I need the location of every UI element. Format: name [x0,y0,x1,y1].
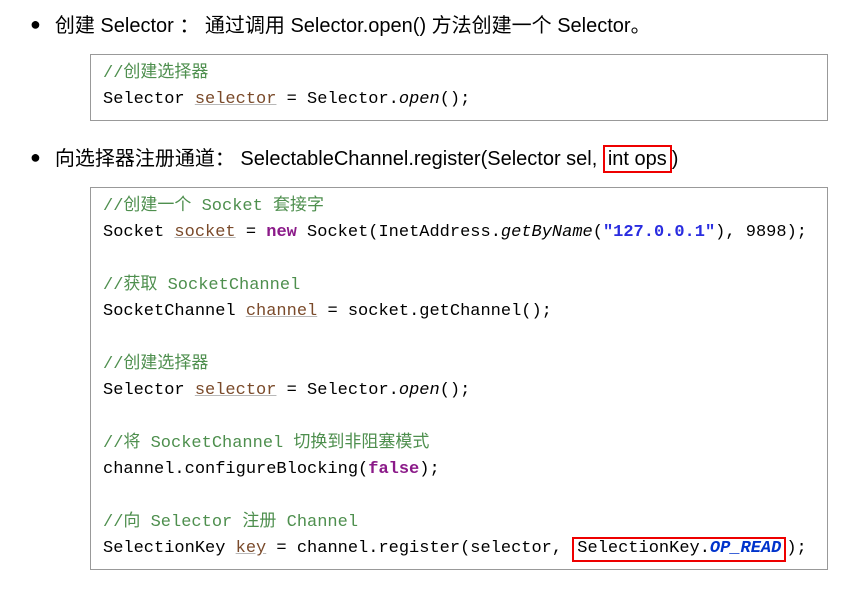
code-token-plain: channel.configureBlocking( [103,460,368,479]
bullet-row: ● 创建 Selector ： 通过调用 Selector.open() 方法创建… [30,10,828,42]
code-token-type: Socket [103,223,174,242]
code-token-var: channel [246,302,317,321]
highlight-box: SelectionKey.OP_READ [572,537,786,561]
code-line [103,325,815,351]
code-line: //创建选择器 [103,61,815,87]
code-line [103,246,815,272]
code-line: Selector selector = Selector.open(); [103,378,815,404]
bullet-text-post: ) [672,148,679,170]
code-token-plain: = Selector. [276,381,398,400]
code-token-plain: = channel.register(selector, [266,539,572,558]
code-token-plain: SelectionKey. [577,539,710,558]
code-block: //创建一个 Socket 套接字 Socket socket = new Soc… [90,187,828,570]
code-line: SocketChannel channel = socket.getChanne… [103,299,815,325]
code-token-comment: //创建一个 Socket 套接字 [103,197,324,216]
bullet-text-pre: 向选择器注册通道： SelectableChannel.register(Sel… [55,148,603,170]
code-token-plain: Socket(InetAddress. [297,223,501,242]
bullet-text-pre: 创建 Selector ： 通过调用 Selector.open() 方法创建一… [55,15,651,37]
code-token-comment: //获取 SocketChannel [103,276,300,295]
code-token-plain: ), 9898); [715,223,807,242]
code-token-comment: //将 SocketChannel 切换到非阻塞模式 [103,434,429,453]
code-token-const: OP_READ [710,539,781,558]
code-token-plain: = Selector. [276,90,398,109]
code-token-keyword: new [266,223,297,242]
code-token-bool: false [368,460,419,479]
code-line: channel.configureBlocking(false); [103,457,815,483]
code-line: //向 Selector 注册 Channel [103,510,815,536]
code-line [103,404,815,430]
code-token-plain: = [236,223,267,242]
code-line: //创建一个 Socket 套接字 [103,194,815,220]
bullet-icon: ● [30,10,41,39]
code-token-var: selector [195,381,277,400]
list-item: ● 向选择器注册通道： SelectableChannel.register(Se… [30,143,828,570]
highlight-box: int ops [603,145,672,173]
code-token-plain: = socket.getChannel(); [317,302,552,321]
code-token-static: open [399,90,440,109]
code-token-plain: (); [440,381,471,400]
code-token-type: SocketChannel [103,302,246,321]
code-token-plain: ( [593,223,603,242]
bullet-icon: ● [30,143,41,172]
code-token-var: key [236,539,267,558]
code-token-var: selector [195,90,277,109]
code-line: //将 SocketChannel 切换到非阻塞模式 [103,431,815,457]
code-token-type: Selector [103,381,195,400]
code-token-plain: ); [419,460,439,479]
code-line: Selector selector = Selector.open(); [103,87,815,113]
code-line [103,483,815,509]
code-token-type: Selector [103,90,195,109]
bullet-row: ● 向选择器注册通道： SelectableChannel.register(Se… [30,143,828,175]
list-item: ● 创建 Selector ： 通过调用 Selector.open() 方法创建… [30,10,828,121]
code-token-var: socket [174,223,235,242]
bullet-text: 创建 Selector ： 通过调用 Selector.open() 方法创建一… [55,10,651,42]
code-line: //获取 SocketChannel [103,273,815,299]
code-token-type: SelectionKey [103,539,236,558]
code-token-string: "127.0.0.1" [603,223,715,242]
code-token-plain: (); [440,90,471,109]
code-token-comment: //向 Selector 注册 Channel [103,513,358,532]
bullet-text: 向选择器注册通道： SelectableChannel.register(Sel… [55,143,679,175]
code-line: SelectionKey key = channel.register(sele… [103,536,815,562]
code-token-comment: //创建选择器 [103,64,208,83]
code-line: //创建选择器 [103,352,815,378]
code-block: //创建选择器 Selector selector = Selector.open… [90,54,828,121]
code-token-static: open [399,381,440,400]
code-token-comment: //创建选择器 [103,355,208,374]
code-token-plain: ); [786,539,806,558]
code-token-static: getByName [501,223,593,242]
code-line: Socket socket = new Socket(InetAddress.g… [103,220,815,246]
